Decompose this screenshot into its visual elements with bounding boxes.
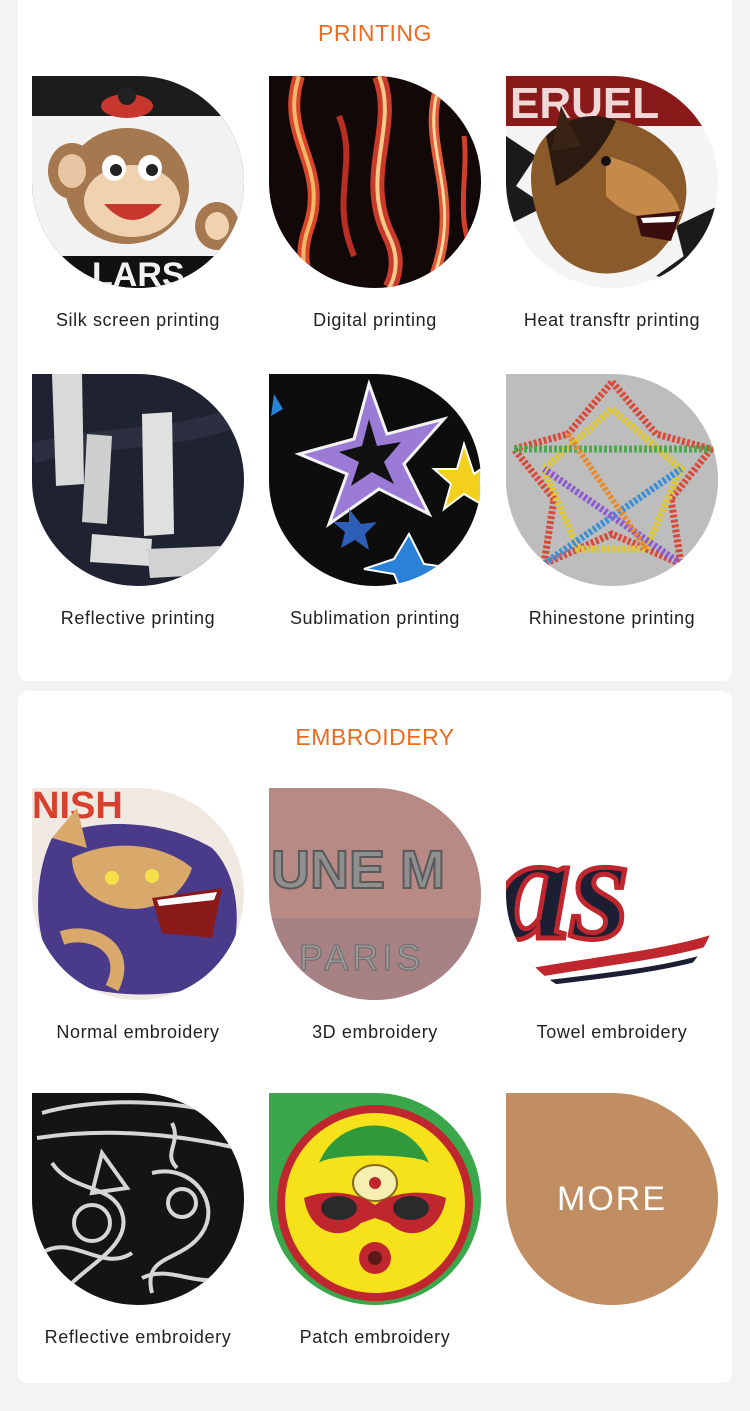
svg-text:PARIS: PARIS	[299, 937, 424, 978]
svg-text:as: as	[506, 805, 629, 971]
section-title-printing: PRINTING	[318, 20, 432, 46]
svg-text:LARS: LARS	[92, 256, 185, 288]
heat-transfer-printing-image[interactable]: ERUEL	[506, 76, 718, 288]
printing-section: PRINTING LARS Silk screen printing Digit…	[18, 0, 732, 681]
rhinestone-printing-image[interactable]	[506, 374, 718, 586]
reflective-printing-image[interactable]	[32, 374, 244, 586]
label-3d-embroidery: 3D embroidery	[312, 1022, 438, 1042]
towel-embroidery-image[interactable]: as	[506, 788, 718, 1000]
label-rhinestone-printing: Rhinestone printing	[528, 608, 696, 628]
label-towel-embroidery: Towel embroidery	[536, 1022, 688, 1042]
reflective-embroidery-image[interactable]	[32, 1093, 244, 1305]
label-digital-printing: Digital printing	[313, 310, 437, 330]
section-title-embroidery: EMBROIDERY	[295, 724, 455, 750]
normal-embroidery-image[interactable]: NISH	[32, 788, 244, 1000]
patch-embroidery-image[interactable]	[269, 1093, 481, 1305]
3d-embroidery-image[interactable]: UNE M PARIS	[269, 788, 481, 1000]
embroidery-section: EMBROIDERY NISH Normal embroidery UNE M …	[18, 691, 732, 1383]
label-silk-screen-printing: Silk screen printing	[55, 310, 221, 330]
label-patch-embroidery: Patch embroidery	[299, 1327, 451, 1347]
label-normal-embroidery: Normal embroidery	[56, 1022, 220, 1042]
more-label: MORE	[557, 1179, 667, 1218]
label-reflective-printing: Reflective printing	[60, 608, 216, 628]
label-reflective-embroidery: Reflective embroidery	[44, 1327, 232, 1347]
digital-printing-image[interactable]	[269, 76, 481, 288]
svg-text:UNE M: UNE M	[271, 840, 445, 900]
label-sublimation-printing: Sublimation printing	[289, 608, 461, 628]
sublimation-printing-image[interactable]	[269, 374, 481, 586]
more-button[interactable]: MORE	[506, 1093, 718, 1305]
label-heat-transfer-printing: Heat transftr printing	[523, 310, 701, 330]
silk-screen-printing-image[interactable]: LARS	[32, 76, 244, 288]
